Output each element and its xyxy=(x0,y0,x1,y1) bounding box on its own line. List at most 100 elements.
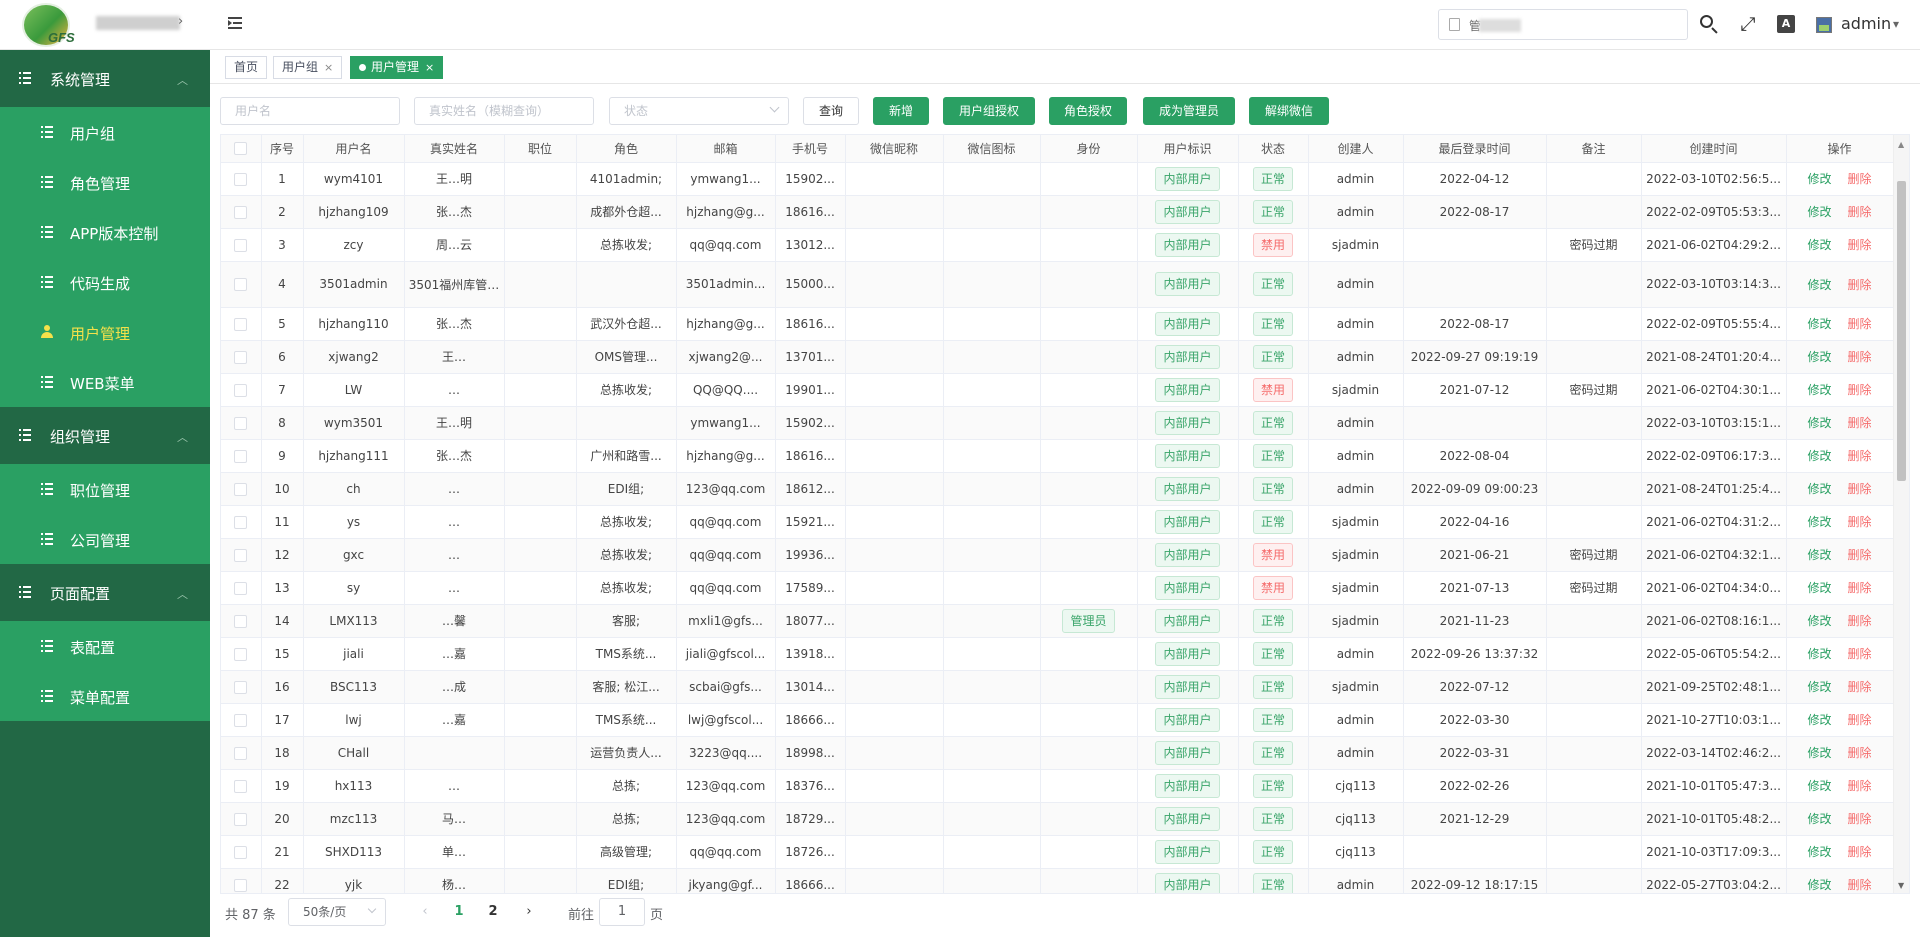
role-auth-button[interactable]: 角色授权 xyxy=(1049,97,1127,125)
sidebar-group-system[interactable]: 系统管理 ︿ xyxy=(0,50,210,107)
delete-link[interactable]: 删除 xyxy=(1848,205,1872,219)
row-checkbox-cell[interactable] xyxy=(221,835,262,869)
edit-link[interactable]: 修改 xyxy=(1807,482,1831,496)
delete-link[interactable]: 删除 xyxy=(1848,614,1872,628)
sidebar-item-table-config[interactable]: 表配置 xyxy=(0,621,210,671)
sidebar-item-company[interactable]: 公司管理 xyxy=(0,514,210,564)
edit-link[interactable]: 修改 xyxy=(1807,548,1831,562)
row-checkbox[interactable] xyxy=(234,779,248,793)
sidebar-item-menu-config[interactable]: 菜单配置 xyxy=(0,671,210,721)
row-checkbox-cell[interactable] xyxy=(221,868,262,893)
row-checkbox[interactable] xyxy=(234,238,248,252)
page-size-select[interactable]: 50条/页 xyxy=(288,898,386,926)
prev-page-button[interactable]: ‹ xyxy=(413,902,437,922)
edit-link[interactable]: 修改 xyxy=(1807,746,1831,760)
delete-link[interactable]: 删除 xyxy=(1848,482,1872,496)
realname-input[interactable]: 真实姓名（模糊查询） xyxy=(414,97,594,125)
table-row[interactable]: 2 hjzhang109 张…杰 成都外仓超... hjzhang@g... 18616.… xyxy=(221,195,1894,229)
table-row[interactable]: 13 sy … 总拣收发; qq@qq.com 17589... 内部用户 禁用 sjadmin… xyxy=(221,571,1894,605)
row-checkbox[interactable] xyxy=(234,713,248,727)
row-checkbox-cell[interactable] xyxy=(221,670,262,704)
row-checkbox-cell[interactable] xyxy=(221,703,262,737)
delete-link[interactable]: 删除 xyxy=(1848,383,1872,397)
edit-link[interactable]: 修改 xyxy=(1807,614,1831,628)
row-checkbox-cell[interactable] xyxy=(221,571,262,605)
delete-link[interactable]: 删除 xyxy=(1848,581,1872,595)
row-checkbox-cell[interactable] xyxy=(221,307,262,341)
row-checkbox[interactable] xyxy=(234,350,248,364)
row-checkbox-cell[interactable] xyxy=(221,373,262,407)
sidebar-item-user-group[interactable]: 用户组 xyxy=(0,107,210,157)
sidebar-item-role[interactable]: 角色管理 xyxy=(0,157,210,207)
logo-area[interactable]: GFS › xyxy=(0,0,210,50)
edit-link[interactable]: 修改 xyxy=(1807,713,1831,727)
table-row[interactable]: 4 3501admin 3501福州库管… 3501admin... 15000... 内… xyxy=(221,261,1894,308)
delete-link[interactable]: 删除 xyxy=(1848,278,1872,292)
sidebar-item-user-manage[interactable]: 用户管理 xyxy=(0,307,210,357)
sidebar-group-org[interactable]: 组织管理 ︿ xyxy=(0,407,210,464)
tab-user-group[interactable]: 用户组 × xyxy=(273,56,343,79)
search-icon[interactable] xyxy=(1697,12,1721,36)
table-row[interactable]: 1 wym4101 王…明 4101admin; ymwang1... 15902... 内… xyxy=(221,162,1894,196)
goto-page-input[interactable]: 1 xyxy=(599,898,645,926)
table-row[interactable]: 14 LMX113 …馨 客服; mxli1@gfs... 18077... 管理员 内部用户… xyxy=(221,604,1894,638)
table-row[interactable]: 22 yjk 杨… EDI组; jkyang@gf... 18666... 内部用户 正常 ad… xyxy=(221,868,1894,893)
row-checkbox[interactable] xyxy=(234,416,248,430)
row-checkbox[interactable] xyxy=(234,647,248,661)
row-checkbox-cell[interactable] xyxy=(221,472,262,506)
row-checkbox-cell[interactable] xyxy=(221,637,262,671)
next-page-button[interactable]: › xyxy=(517,902,541,922)
table-row[interactable]: 20 mzc113 马… 总拣; 123@qq.com 18729... 内部用户 正常 cjq… xyxy=(221,802,1894,836)
tab-user-manage[interactable]: 用户管理 × xyxy=(350,56,444,79)
edit-link[interactable]: 修改 xyxy=(1807,812,1831,826)
status-select[interactable]: 状态 xyxy=(609,97,789,125)
edit-link[interactable]: 修改 xyxy=(1807,278,1831,292)
row-checkbox[interactable] xyxy=(234,383,248,397)
make-admin-button[interactable]: 成为管理员 xyxy=(1143,97,1235,125)
edit-link[interactable]: 修改 xyxy=(1807,581,1831,595)
tab-home[interactable]: 首页 xyxy=(225,56,268,79)
table-row[interactable]: 21 SHXD113 单… 高级管理; qq@qq.com 18726... 内部用户 正常 c… xyxy=(221,835,1894,869)
delete-link[interactable]: 删除 xyxy=(1848,548,1872,562)
table-row[interactable]: 6 xjwang2 王… OMS管理... xjwang2@... 13701... 内部用… xyxy=(221,340,1894,374)
scrollbar-thumb[interactable] xyxy=(1897,181,1906,481)
edit-link[interactable]: 修改 xyxy=(1807,515,1831,529)
query-button[interactable]: 查询 xyxy=(803,97,859,125)
row-checkbox-cell[interactable] xyxy=(221,439,262,473)
row-checkbox-cell[interactable] xyxy=(221,505,262,539)
row-checkbox[interactable] xyxy=(234,878,248,892)
menu-toggle-icon[interactable] xyxy=(226,13,246,33)
edit-link[interactable]: 修改 xyxy=(1807,878,1831,892)
edit-link[interactable]: 修改 xyxy=(1807,350,1831,364)
table-row[interactable]: 16 BSC113 …成 客服; 松江... scbai@gfs... 13014... 内… xyxy=(221,670,1894,704)
delete-link[interactable]: 删除 xyxy=(1848,647,1872,661)
edit-link[interactable]: 修改 xyxy=(1807,172,1831,186)
edit-link[interactable]: 修改 xyxy=(1807,680,1831,694)
page-number-current[interactable]: 1 xyxy=(447,902,471,922)
sidebar-group-page-config[interactable]: 页面配置 ︿ xyxy=(0,564,210,621)
row-checkbox-cell[interactable] xyxy=(221,162,262,196)
row-checkbox[interactable] xyxy=(234,548,248,562)
table-row[interactable]: 19 hx113 … 总拣; 123@qq.com 18376... 内部用户 正常 cjq11… xyxy=(221,769,1894,803)
delete-link[interactable]: 删除 xyxy=(1848,845,1872,859)
delete-link[interactable]: 删除 xyxy=(1848,238,1872,252)
delete-link[interactable]: 删除 xyxy=(1848,350,1872,364)
scroll-down-icon[interactable]: ▼ xyxy=(1898,881,1904,890)
row-checkbox[interactable] xyxy=(234,482,248,496)
edit-link[interactable]: 修改 xyxy=(1807,238,1831,252)
delete-link[interactable]: 删除 xyxy=(1848,515,1872,529)
table-row[interactable]: 7 LW… 总拣收发; QQ@QQ.... 19901... 内部用户 禁用 sjadmin 2… xyxy=(221,373,1894,407)
delete-link[interactable]: 删除 xyxy=(1848,317,1872,331)
sidebar-item-codegen[interactable]: 代码生成 xyxy=(0,257,210,307)
row-checkbox-cell[interactable] xyxy=(221,340,262,374)
row-checkbox[interactable] xyxy=(234,515,248,529)
scroll-up-icon[interactable]: ▲ xyxy=(1898,140,1904,149)
row-checkbox[interactable] xyxy=(234,680,248,694)
edit-link[interactable]: 修改 xyxy=(1807,205,1831,219)
username-input[interactable]: 用户名 xyxy=(220,97,400,125)
edit-link[interactable]: 修改 xyxy=(1807,383,1831,397)
row-checkbox[interactable] xyxy=(234,278,248,291)
vertical-scrollbar[interactable]: ▲ ▼ xyxy=(1893,135,1909,893)
page-number[interactable]: 2 xyxy=(481,902,505,922)
delete-link[interactable]: 删除 xyxy=(1848,713,1872,727)
